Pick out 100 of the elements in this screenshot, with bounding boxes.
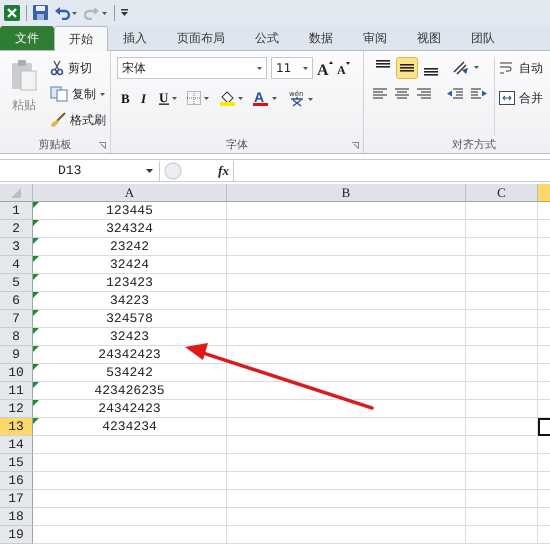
row-header[interactable]: 4 bbox=[0, 256, 33, 274]
row-header[interactable]: 6 bbox=[0, 292, 33, 310]
table-cell: 123445 bbox=[33, 202, 227, 220]
group-label: 字体 bbox=[226, 136, 248, 152]
row-header[interactable]: 7 bbox=[0, 310, 33, 328]
table-cell: 423426235 bbox=[33, 382, 227, 400]
ribbon-tab[interactable]: 文件 bbox=[0, 26, 54, 50]
ribbon-tab[interactable]: 页面布局 bbox=[162, 26, 240, 50]
merge-cells-icon bbox=[499, 91, 515, 105]
save-icon[interactable] bbox=[33, 5, 48, 20]
ribbon-tab[interactable]: 数据 bbox=[294, 26, 348, 50]
shrink-font-button[interactable]: A bbox=[337, 61, 351, 75]
ribbon-tab[interactable]: 公式 bbox=[240, 26, 294, 50]
table-cell bbox=[466, 436, 538, 454]
align-center-icon[interactable] bbox=[394, 87, 410, 101]
font-size-field[interactable]: 11 bbox=[271, 57, 313, 79]
table-cell: 324578 bbox=[33, 310, 227, 328]
row-header[interactable]: 12 bbox=[0, 400, 33, 418]
name-box[interactable]: D13 bbox=[0, 160, 160, 180]
row-header[interactable]: 1 bbox=[0, 202, 33, 220]
table-cell: 4234234 bbox=[33, 418, 227, 436]
table-cell bbox=[466, 256, 538, 274]
row-header[interactable]: 14 bbox=[0, 436, 33, 454]
row-header[interactable]: 17 bbox=[0, 490, 33, 508]
paintbrush-icon bbox=[50, 112, 66, 128]
table-cell: 23242 bbox=[33, 238, 227, 256]
vertical-align-button[interactable] bbox=[396, 57, 418, 79]
clipboard-icon[interactable] bbox=[10, 59, 38, 91]
row-header[interactable]: 16 bbox=[0, 472, 33, 490]
ribbon-tab[interactable]: 插入 bbox=[108, 26, 162, 50]
dropdown-caret-icon[interactable] bbox=[303, 66, 308, 70]
bold-button[interactable]: B bbox=[121, 92, 131, 104]
dropdown-caret-icon[interactable] bbox=[100, 92, 105, 96]
row-header[interactable]: 15 bbox=[0, 454, 33, 472]
row-header[interactable]: 18 bbox=[0, 508, 33, 526]
table-cell bbox=[466, 346, 538, 364]
dialog-launcher-icon[interactable] bbox=[99, 142, 106, 149]
align-left-icon[interactable] bbox=[372, 87, 388, 101]
ribbon-tab[interactable]: 开始 bbox=[54, 26, 108, 51]
row-header[interactable]: 13 bbox=[0, 418, 33, 436]
dropdown-caret-icon[interactable] bbox=[257, 66, 262, 70]
table-cell bbox=[466, 220, 538, 238]
text-orientation-icon[interactable] bbox=[452, 60, 480, 76]
table-cell bbox=[466, 364, 538, 382]
group-label: 剪贴板 bbox=[38, 136, 72, 152]
align-right-icon[interactable] bbox=[416, 87, 432, 101]
font-name-field[interactable]: 宋体 bbox=[117, 57, 267, 79]
row-header[interactable]: 8 bbox=[0, 328, 33, 346]
row-header[interactable]: 5 bbox=[0, 274, 33, 292]
table-cell bbox=[466, 472, 538, 490]
table-cell bbox=[466, 382, 538, 400]
table-cell bbox=[466, 328, 538, 346]
copy-icon bbox=[50, 86, 68, 102]
align-lines-icon bbox=[400, 64, 414, 72]
zoom-handle-icon[interactable] bbox=[164, 162, 182, 180]
spreadsheet-app-icon bbox=[4, 4, 20, 20]
underline-button[interactable]: U bbox=[159, 91, 177, 105]
scissors-icon bbox=[50, 60, 64, 76]
ribbon-tab[interactable]: 团队 bbox=[456, 26, 510, 50]
grow-font-button[interactable]: A bbox=[317, 60, 333, 76]
table-cell bbox=[466, 526, 538, 544]
table-cell bbox=[466, 508, 538, 526]
copy-button[interactable]: 复制 bbox=[72, 86, 96, 102]
column-header[interactable]: A bbox=[33, 184, 227, 202]
customize-toolbar-icon[interactable] bbox=[121, 8, 129, 16]
italic-button[interactable]: I bbox=[141, 92, 149, 104]
decrease-indent-icon[interactable] bbox=[446, 87, 464, 101]
format-painter-button[interactable]: 格式刷 bbox=[70, 112, 106, 128]
table-cell: 34223 bbox=[33, 292, 227, 310]
table-cell bbox=[466, 292, 538, 310]
row-header[interactable]: 3 bbox=[0, 238, 33, 256]
font-color-button[interactable]: A bbox=[253, 90, 277, 106]
dialog-launcher-icon[interactable] bbox=[352, 142, 359, 149]
table-cell bbox=[466, 454, 538, 472]
align-lines-icon bbox=[424, 68, 438, 76]
wrap-text-button[interactable]: 自动 bbox=[519, 60, 543, 76]
fill-color-icon[interactable] bbox=[219, 90, 243, 106]
redo-icon[interactable] bbox=[84, 6, 108, 20]
cut-button[interactable]: 剪切 bbox=[68, 60, 92, 76]
column-header[interactable]: B bbox=[227, 184, 466, 202]
merge-button[interactable]: 合并 bbox=[519, 90, 543, 106]
increase-indent-icon[interactable] bbox=[470, 87, 488, 101]
column-header[interactable]: C bbox=[466, 184, 538, 202]
undo-icon[interactable] bbox=[54, 6, 78, 20]
row-header[interactable]: 10 bbox=[0, 364, 33, 382]
align-lines-icon bbox=[376, 60, 390, 68]
borders-icon[interactable] bbox=[187, 91, 209, 105]
table-cell: 32424 bbox=[33, 256, 227, 274]
ribbon-tab[interactable]: 视图 bbox=[402, 26, 456, 50]
table-cell bbox=[466, 274, 538, 292]
row-header[interactable]: 9 bbox=[0, 346, 33, 364]
ribbon-tab[interactable]: 审阅 bbox=[348, 26, 402, 50]
row-header[interactable]: 2 bbox=[0, 220, 33, 238]
table-cell bbox=[466, 202, 538, 220]
insert-function-button[interactable]: fx bbox=[218, 162, 229, 178]
row-header[interactable]: 19 bbox=[0, 526, 33, 544]
table-cell bbox=[466, 310, 538, 328]
row-header[interactable]: 11 bbox=[0, 382, 33, 400]
table-cell: 534242 bbox=[33, 364, 227, 382]
group-label: 对齐方式 bbox=[452, 136, 496, 152]
